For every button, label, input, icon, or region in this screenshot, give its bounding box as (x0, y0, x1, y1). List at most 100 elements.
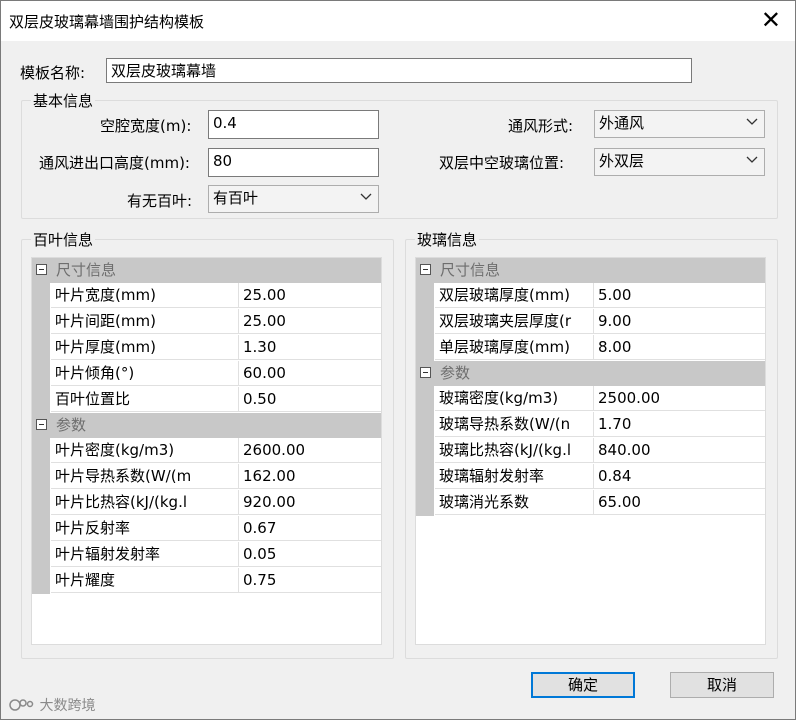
property-value[interactable]: 2500.00 (594, 386, 765, 411)
property-value[interactable]: 1.30 (239, 335, 381, 360)
window-title: 双层皮玻璃幕墙围护结构模板 (9, 13, 205, 31)
close-icon[interactable]: ✕ (761, 6, 781, 34)
template-name-input[interactable]: 双层皮玻璃幕墙 (106, 58, 692, 83)
property-name: 叶片密度(kg/m3) (51, 438, 239, 463)
property-name: 百叶位置比 (51, 387, 239, 412)
property-name: 叶片反射率 (51, 516, 239, 541)
property-name: 叶片间距(mm) (51, 309, 239, 334)
property-name: 玻璃辐射发射率 (435, 464, 594, 489)
property-value[interactable]: 0.05 (239, 542, 381, 567)
cavity-width-label: 空腔宽度(m): (100, 117, 192, 135)
property-row[interactable]: 玻璃导热系数(W/(n 1.70 (416, 412, 765, 438)
glass-property-grid: 尺寸信息 双层玻璃厚度(mm) 5.00 双层玻璃夹层厚度(r 9.00 单层玻璃厚… (415, 257, 766, 645)
category-label: 参数 (440, 364, 471, 382)
property-value[interactable]: 0.84 (594, 464, 765, 489)
property-name: 玻璃消光系数 (435, 490, 594, 515)
watermark-logo: 大数跨境 (9, 695, 95, 715)
property-row[interactable]: 玻璃消光系数 65.00 (416, 490, 765, 516)
property-value[interactable]: 920.00 (239, 490, 381, 515)
collapse-icon[interactable] (420, 367, 431, 378)
property-value[interactable]: 840.00 (594, 438, 765, 463)
template-dialog: 双层皮玻璃幕墙围护结构模板 ✕ 模板名称: 双层皮玻璃幕墙 基本信息 空腔宽度(… (0, 0, 796, 720)
category-label: 尺寸信息 (56, 261, 117, 279)
property-row[interactable]: 叶片导热系数(W/(m 162.00 (32, 464, 381, 490)
has-louver-label: 有无百叶: (127, 192, 193, 210)
glass-info-title: 玻璃信息 (415, 229, 480, 250)
collapse-icon[interactable] (420, 264, 431, 275)
property-name: 叶片宽度(mm) (51, 283, 239, 308)
property-value[interactable]: 2600.00 (239, 438, 381, 463)
vent-type-select[interactable]: 外通风 (594, 110, 765, 138)
property-value[interactable]: 65.00 (594, 490, 765, 515)
category-label: 尺寸信息 (440, 261, 501, 279)
vent-height-input[interactable]: 80 (208, 148, 379, 177)
glass-position-select[interactable]: 外双层 (594, 148, 765, 176)
cavity-width-input[interactable]: 0.4 (208, 110, 379, 139)
cancel-button[interactable]: 取消 (670, 672, 774, 698)
collapse-icon[interactable] (36, 419, 47, 430)
category-size-info[interactable]: 尺寸信息 (32, 258, 381, 283)
template-name-label: 模板名称: (20, 64, 86, 82)
property-row[interactable]: 百叶位置比 0.50 (32, 387, 381, 413)
category-label: 参数 (56, 416, 87, 434)
property-row[interactable]: 叶片间距(mm) 25.00 (32, 309, 381, 335)
property-row[interactable]: 双层玻璃夹层厚度(r 9.00 (416, 309, 765, 335)
glass-position-value: 外双层 (599, 152, 645, 170)
has-louver-value: 有百叶 (213, 189, 259, 207)
collapse-icon[interactable] (36, 264, 47, 275)
property-value[interactable]: 8.00 (594, 335, 765, 360)
property-value[interactable]: 0.50 (239, 387, 381, 412)
category-parameters[interactable]: 参数 (32, 413, 381, 438)
property-name: 叶片辐射发射率 (51, 542, 239, 567)
property-row[interactable]: 单层玻璃厚度(mm) 8.00 (416, 335, 765, 361)
property-row[interactable]: 玻璃密度(kg/m3) 2500.00 (416, 386, 765, 412)
title-bar: 双层皮玻璃幕墙围护结构模板 ✕ (1, 1, 795, 41)
property-row[interactable]: 叶片比热容(kJ/(kg.l 920.00 (32, 490, 381, 516)
property-value[interactable]: 25.00 (239, 283, 381, 308)
vent-height-label: 通风进出口高度(mm): (39, 154, 190, 172)
vent-type-value: 外通风 (599, 114, 645, 132)
property-row[interactable]: 叶片密度(kg/m3) 2600.00 (32, 438, 381, 464)
louver-info-title: 百叶信息 (31, 229, 96, 250)
basic-info-title: 基本信息 (31, 90, 96, 111)
property-name: 双层玻璃厚度(mm) (435, 283, 594, 308)
ok-button[interactable]: 确定 (531, 672, 635, 698)
category-size-info[interactable]: 尺寸信息 (416, 258, 765, 283)
property-name: 叶片比热容(kJ/(kg.l (51, 490, 239, 515)
watermark-text: 大数跨境 (39, 698, 96, 714)
chevron-down-icon (360, 193, 372, 200)
property-value[interactable]: 25.00 (239, 309, 381, 334)
property-row[interactable]: 叶片反射率 0.67 (32, 516, 381, 542)
property-name: 玻璃密度(kg/m3) (435, 386, 594, 411)
property-row[interactable]: 叶片辐射发射率 0.05 (32, 542, 381, 568)
category-parameters[interactable]: 参数 (416, 361, 765, 386)
vent-type-label: 通风形式: (508, 117, 574, 135)
property-value[interactable]: 0.67 (239, 516, 381, 541)
property-value[interactable]: 5.00 (594, 283, 765, 308)
property-name: 叶片导热系数(W/(m (51, 464, 239, 489)
property-value[interactable]: 0.75 (239, 568, 381, 593)
property-name: 玻璃比热容(kJ/(kg.l (435, 438, 594, 463)
chevron-down-icon (746, 156, 758, 163)
property-row[interactable]: 玻璃辐射发射率 0.84 (416, 464, 765, 490)
property-name: 单层玻璃厚度(mm) (435, 335, 594, 360)
property-row[interactable]: 双层玻璃厚度(mm) 5.00 (416, 283, 765, 309)
has-louver-select[interactable]: 有百叶 (208, 185, 379, 213)
chevron-down-icon (746, 118, 758, 125)
glass-position-label: 双层中空玻璃位置: (439, 154, 565, 172)
property-value[interactable]: 60.00 (239, 361, 381, 386)
property-name: 叶片倾角(°) (51, 361, 239, 386)
property-row[interactable]: 玻璃比热容(kJ/(kg.l 840.00 (416, 438, 765, 464)
property-value[interactable]: 9.00 (594, 309, 765, 334)
louver-property-grid: 尺寸信息 叶片宽度(mm) 25.00 叶片间距(mm) 25.00 叶片厚度(mm… (31, 257, 382, 645)
property-row[interactable]: 叶片耀度 0.75 (32, 568, 381, 594)
property-row[interactable]: 叶片厚度(mm) 1.30 (32, 335, 381, 361)
watermark-icon (9, 699, 34, 711)
property-value[interactable]: 1.70 (594, 412, 765, 437)
property-name: 双层玻璃夹层厚度(r (435, 309, 594, 334)
property-row[interactable]: 叶片倾角(°) 60.00 (32, 361, 381, 387)
property-value[interactable]: 162.00 (239, 464, 381, 489)
property-name: 玻璃导热系数(W/(n (435, 412, 594, 437)
property-name: 叶片厚度(mm) (51, 335, 239, 360)
property-row[interactable]: 叶片宽度(mm) 25.00 (32, 283, 381, 309)
